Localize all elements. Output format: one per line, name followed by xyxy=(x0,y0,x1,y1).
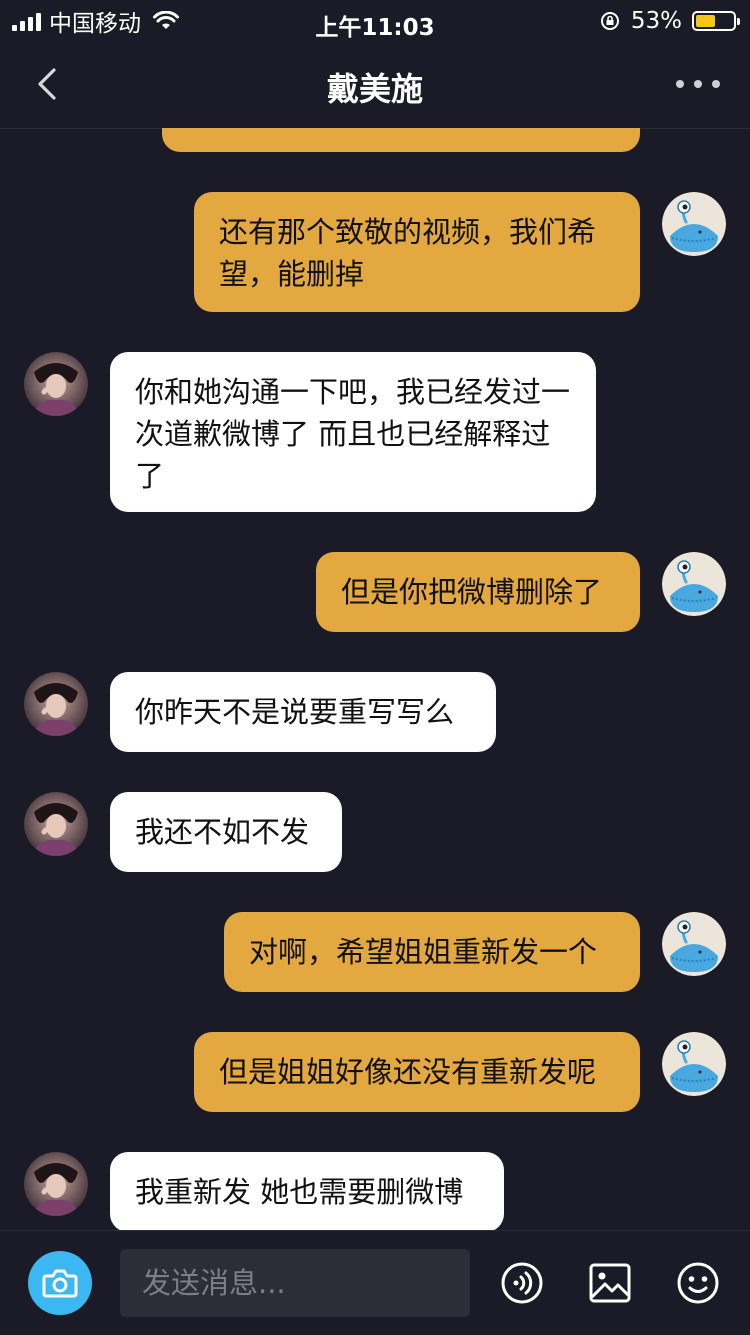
my-avatar[interactable] xyxy=(662,912,726,976)
message-input[interactable] xyxy=(120,1249,470,1317)
emoji-icon[interactable] xyxy=(676,1261,720,1305)
more-dots-icon[interactable] xyxy=(676,72,720,96)
battery-icon xyxy=(692,11,740,31)
chat-area[interactable]: 还有那个致敬的视频，我们希望，能删掉你和她沟通一下吧，我已经发过一次道歉微博了 … xyxy=(0,128,750,1230)
my-message-bubble[interactable]: 对啊，希望姐姐重新发一个 xyxy=(224,912,640,992)
rotation-lock-icon xyxy=(600,12,619,30)
their-message-bubble[interactable]: 我还不如不发 xyxy=(110,792,342,872)
camera-button[interactable] xyxy=(28,1251,92,1315)
status-bar: 中国移动 上午11:03 53% xyxy=(0,0,750,42)
battery-fill xyxy=(696,15,716,27)
their-message-bubble[interactable]: 我重新发 她也需要删微博 xyxy=(110,1152,504,1230)
chat-title: 戴美施 xyxy=(326,70,423,108)
contact-avatar[interactable] xyxy=(24,1152,88,1216)
contact-avatar[interactable] xyxy=(24,792,88,856)
nav-bar: 戴美施 xyxy=(0,42,750,129)
battery-percent: 53% xyxy=(630,8,682,34)
voice-icon[interactable] xyxy=(500,1261,544,1305)
input-bar xyxy=(0,1230,750,1335)
my-message-bubble[interactable]: 还有那个致敬的视频，我们希望，能删掉 xyxy=(194,192,640,312)
my-avatar[interactable] xyxy=(662,552,726,616)
their-message-bubble[interactable]: 你昨天不是说要重写写么 xyxy=(110,672,496,752)
camera-icon xyxy=(42,1269,78,1298)
my-message-bubble[interactable]: 但是姐姐好像还没有重新发呢 xyxy=(194,1032,640,1112)
my-message-bubble[interactable] xyxy=(162,128,640,152)
my-avatar[interactable] xyxy=(662,192,726,256)
contact-avatar[interactable] xyxy=(24,672,88,736)
contact-avatar[interactable] xyxy=(24,352,88,416)
my-message-bubble[interactable]: 但是你把微博删除了 xyxy=(316,552,640,632)
image-icon[interactable] xyxy=(588,1261,632,1305)
my-avatar[interactable] xyxy=(662,1032,726,1096)
their-message-bubble[interactable]: 你和她沟通一下吧，我已经发过一次道歉微博了 而且也已经解释过了 xyxy=(110,352,596,512)
